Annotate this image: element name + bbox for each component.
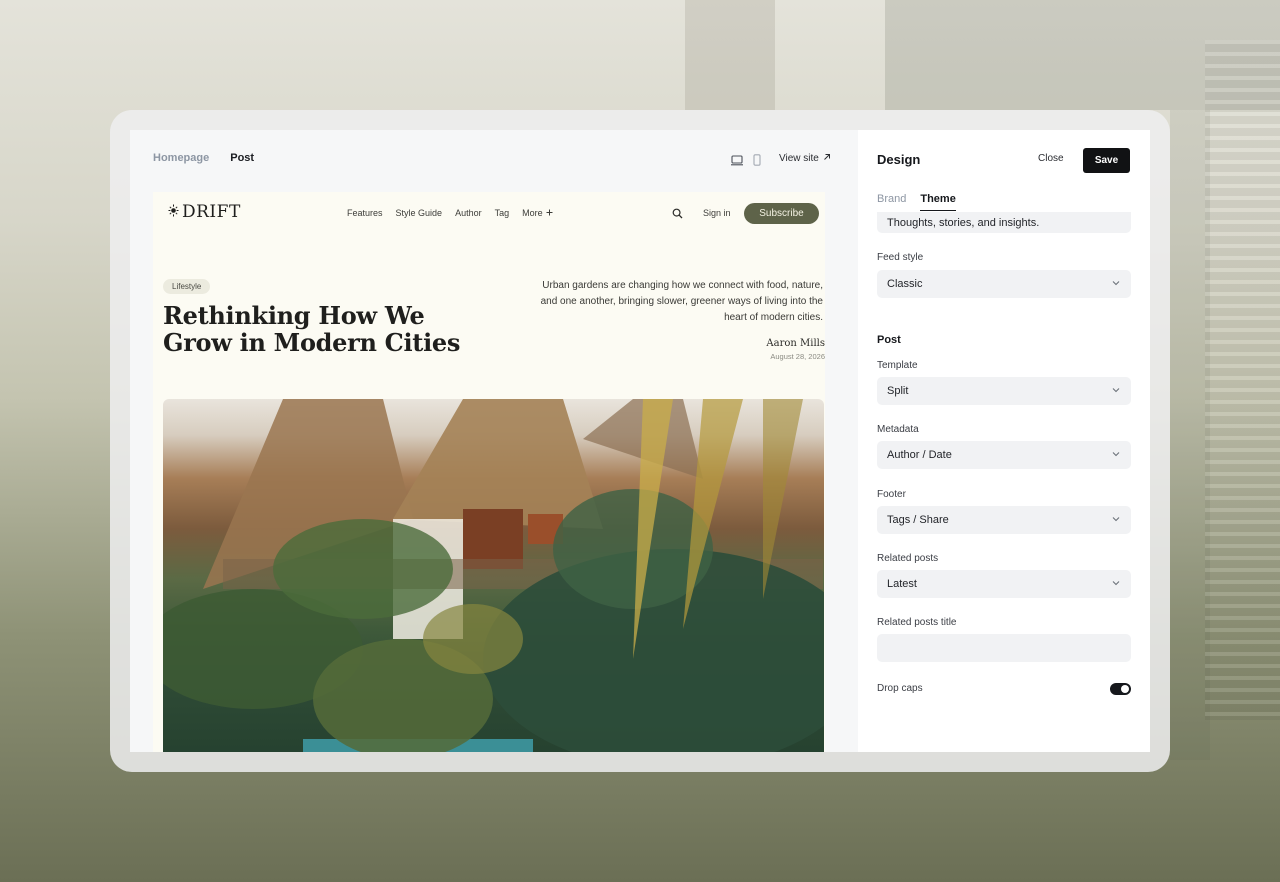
category-badge[interactable]: Lifestyle [163,279,211,294]
nav-more-label: More [522,208,543,218]
background-wall [1170,110,1210,760]
site-description-value: Thoughts, stories, and insights. [887,216,1040,229]
design-settings-panel: Design Close Save Brand Theme Thoughts, … [858,130,1150,752]
site-nav-links: Features Style Guide Author Tag More [347,208,553,218]
chevron-down-icon [1111,578,1121,591]
view-site-link[interactable]: View site [779,153,831,164]
logo-text: DRIFT [182,202,241,222]
tab-brand[interactable]: Brand [877,193,906,205]
design-editor-window: Homepage Post View site DRIFT Features S… [130,130,1150,752]
subscribe-button[interactable]: Subscribe [744,203,819,224]
tab-theme[interactable]: Theme [920,193,957,211]
related-posts-label: Related posts [877,553,939,564]
panel-tabs: Brand Theme [877,193,957,211]
post-section-heading: Post [877,334,901,346]
post-title: Rethinking How We Grow in Modern Cities [163,301,461,357]
view-site-label: View site [779,153,819,164]
drop-caps-label: Drop caps [877,683,923,694]
post-excerpt: Urban gardens are changing how we connec… [540,280,823,323]
nav-link-tag[interactable]: Tag [495,208,510,218]
metadata-label: Metadata [877,424,919,435]
panel-title: Design [877,152,921,167]
hero-image [163,399,824,752]
template-label: Template [877,360,918,371]
arrow-up-right-icon [823,153,831,164]
template-select[interactable]: Split [877,377,1131,405]
chevron-down-icon [1111,278,1121,291]
author-name[interactable]: Aaron Mills [705,338,825,349]
nav-more-button[interactable]: More [522,208,553,218]
footer-select[interactable]: Tags / Share [877,506,1131,534]
search-icon[interactable] [672,206,683,224]
site-description-field[interactable]: Thoughts, stories, and insights. [877,212,1131,233]
footer-label: Footer [877,489,906,500]
mobile-icon[interactable] [753,153,761,171]
related-posts-title-label: Related posts title [877,617,957,628]
desktop-icon[interactable] [731,153,743,171]
feed-style-label: Feed style [877,252,924,263]
nav-link-style-guide[interactable]: Style Guide [396,208,443,218]
chevron-down-icon [1111,449,1121,462]
metadata-select[interactable]: Author / Date [877,441,1131,469]
tab-post[interactable]: Post [230,152,254,164]
plus-icon [546,208,553,218]
site-preview: DRIFT Features Style Guide Author Tag Mo… [153,192,825,752]
sign-in-link[interactable]: Sign in [703,208,731,218]
chevron-down-icon [1111,385,1121,398]
nav-link-features[interactable]: Features [347,208,383,218]
feed-style-select[interactable]: Classic [877,270,1131,298]
template-value: Split [887,385,909,397]
sun-icon [168,202,179,222]
related-posts-select[interactable]: Latest [877,570,1131,598]
background-pillar [685,0,775,110]
save-button[interactable]: Save [1083,148,1130,173]
related-posts-value: Latest [887,578,917,590]
preview-tabs: Homepage Post [153,152,254,164]
close-button[interactable]: Close [1038,153,1064,164]
drop-caps-toggle[interactable] [1110,683,1131,695]
nav-link-author[interactable]: Author [455,208,482,218]
preview-area: Homepage Post View site DRIFT Features S… [130,130,858,752]
background-shutter [1205,40,1280,720]
post-date: August 28, 2026 [770,352,825,361]
feed-style-value: Classic [887,278,923,290]
footer-value: Tags / Share [887,514,949,526]
site-navigation: DRIFT Features Style Guide Author Tag Mo… [153,192,825,236]
related-posts-title-input[interactable] [877,634,1131,662]
site-logo[interactable]: DRIFT [168,202,241,222]
tab-homepage[interactable]: Homepage [153,152,209,164]
metadata-value: Author / Date [887,449,952,461]
chevron-down-icon [1111,514,1121,527]
device-switcher [731,153,761,171]
